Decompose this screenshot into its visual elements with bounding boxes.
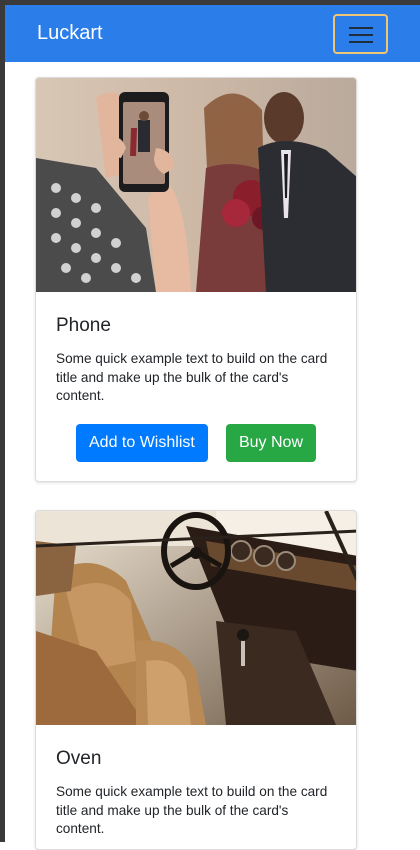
card-text: Some quick example text to build on the … <box>56 351 328 403</box>
card-image-oven <box>36 511 356 725</box>
car-interior-image <box>36 511 356 725</box>
card-body: Oven Some quick example text to build on… <box>36 725 356 849</box>
navbar: Luckart <box>5 5 420 62</box>
main-content: Phone Some quick example text to build o… <box>5 62 420 850</box>
product-card-phone: Phone Some quick example text to build o… <box>35 77 357 482</box>
card-body: Phone Some quick example text to build o… <box>36 292 356 481</box>
card-title: Oven <box>56 748 102 769</box>
navbar-brand[interactable]: Luckart <box>37 20 103 46</box>
card-text: Some quick example text to build on the … <box>56 784 328 836</box>
add-to-wishlist-button[interactable]: Add to Wishlist <box>76 423 208 462</box>
phone-photo-image <box>36 78 356 292</box>
product-card-oven: Oven Some quick example text to build on… <box>35 510 357 850</box>
card-actions: Add to Wishlist Buy Now <box>56 423 336 462</box>
navbar-toggler-button[interactable] <box>333 14 388 54</box>
card-title: Phone <box>56 315 111 336</box>
buy-now-button[interactable]: Buy Now <box>225 423 316 462</box>
card-image-phone <box>36 78 356 292</box>
